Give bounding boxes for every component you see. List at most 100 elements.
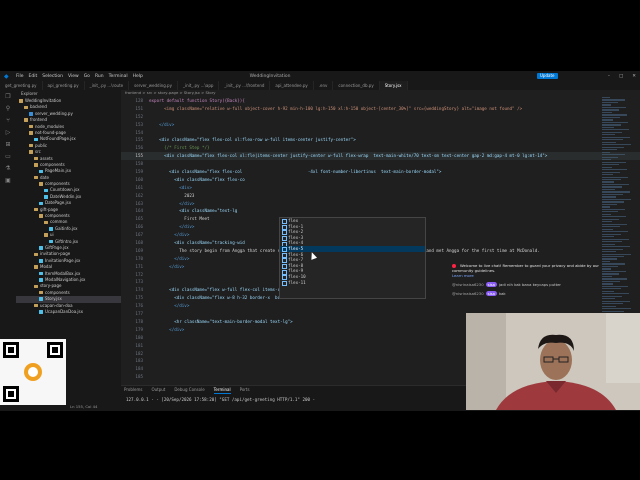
line-number: 177 bbox=[135, 311, 143, 317]
line-number: 164 bbox=[135, 208, 143, 214]
code-line[interactable]: 152 bbox=[121, 113, 640, 121]
code-line[interactable]: 156 {/* First Step */} bbox=[121, 144, 640, 152]
code-text: <div> bbox=[149, 184, 192, 190]
code-line[interactable]: 163 </div> bbox=[121, 200, 640, 208]
editor-tab[interactable]: server_wedding.py bbox=[129, 81, 178, 90]
code-line[interactable]: 161 <div> bbox=[121, 184, 640, 192]
editor-tab[interactable]: api_greeting.py bbox=[43, 81, 85, 90]
minimap-line bbox=[602, 193, 623, 196]
minimap-line bbox=[602, 161, 626, 163]
tree-item[interactable]: UcapanDanDoa.jsx bbox=[16, 309, 121, 315]
close-icon[interactable]: ✕ bbox=[632, 74, 636, 79]
minimap-line bbox=[602, 126, 614, 128]
minimap-line bbox=[602, 144, 631, 146]
tree-item-label: server_wedding.py bbox=[35, 110, 73, 116]
run-debug-icon[interactable]: ▷ bbox=[0, 126, 16, 138]
code-line[interactable]: 176 </div> bbox=[121, 302, 640, 310]
autocomplete-widget[interactable]: flex flex-1 flex-2 flex-3 flex-4 flex-5 flex-6… bbox=[279, 217, 426, 299]
menu-help[interactable]: Help bbox=[133, 74, 143, 79]
minimap-line bbox=[602, 183, 629, 186]
tree-item-label: ItemModalBox.jsx bbox=[45, 270, 81, 276]
minimap-line bbox=[602, 251, 616, 253]
menu-file[interactable]: File bbox=[16, 74, 24, 79]
editor-tab[interactable]: _init_.py ...\route bbox=[85, 81, 130, 90]
menu-run[interactable]: Run bbox=[95, 74, 104, 79]
tree-item-label: node_modules bbox=[35, 123, 65, 129]
minimap-line bbox=[602, 106, 626, 109]
code-line[interactable]: 155 <div className="flex flex-col xl:fle… bbox=[121, 152, 640, 161]
menu-go[interactable]: Go bbox=[84, 74, 90, 79]
code-line[interactable]: 160 <div className="flex flex-co bbox=[121, 176, 640, 184]
minimize-icon[interactable]: – bbox=[608, 74, 610, 79]
menu-selection[interactable]: Selection bbox=[42, 74, 63, 79]
code-text: <div className="flex flex-co bbox=[149, 176, 245, 182]
editor-tab[interactable]: Story.jsx bbox=[379, 81, 408, 90]
suggestion-item[interactable]: flex-11 bbox=[280, 280, 425, 286]
webcam-feed bbox=[466, 313, 640, 410]
editor-tab[interactable]: api_attendee.py bbox=[270, 81, 314, 90]
folder-icon bbox=[34, 252, 38, 257]
menu-edit[interactable]: Edit bbox=[29, 74, 38, 79]
panel-tab-debug-console[interactable]: Debug Console bbox=[174, 386, 204, 394]
docker-icon[interactable]: ▣ bbox=[0, 174, 16, 186]
line-number: 167 bbox=[135, 232, 143, 238]
menu-view[interactable]: View bbox=[68, 74, 79, 79]
update-button[interactable]: Update bbox=[537, 73, 558, 79]
code-line[interactable]: 158 bbox=[121, 160, 640, 168]
code-text: <div className="tracking-wid bbox=[149, 240, 245, 246]
minimap-line bbox=[602, 231, 628, 233]
code-line[interactable]: 128 export default function Story({Back})… bbox=[121, 97, 640, 105]
minimap-line bbox=[602, 178, 621, 181]
editor-tab[interactable]: _init_.py ...\frontend bbox=[219, 81, 271, 90]
panel-tab-output[interactable]: Output bbox=[151, 386, 165, 394]
chat-messages: @nisrinaisa6230 sisa jadi nih kak bana key… bbox=[452, 282, 622, 296]
breadcrumb[interactable]: frontend > src > story-page > Story.jsx … bbox=[121, 90, 640, 96]
code-line[interactable]: 154 bbox=[121, 129, 640, 137]
maximize-icon[interactable]: □ bbox=[619, 74, 623, 79]
code-text: <div className="flex flex-col xl:flex-ro… bbox=[149, 137, 356, 143]
minimap-line bbox=[602, 99, 625, 101]
file-icon bbox=[29, 112, 33, 116]
chat-welcome: Welcome to live chat! Remember to guard … bbox=[452, 263, 612, 278]
editor-tab[interactable]: connection_db.py bbox=[333, 81, 380, 90]
panel-tab-terminal[interactable]: Terminal bbox=[213, 386, 231, 394]
explorer-icon[interactable]: ❐ bbox=[0, 90, 16, 102]
code-text: </div> bbox=[149, 224, 195, 230]
search-icon[interactable]: ⚲ bbox=[0, 102, 16, 114]
source-control-icon[interactable]: ⑂ bbox=[0, 114, 16, 126]
code-line[interactable]: 155 <div className="flex flex-col xl:fle… bbox=[121, 136, 640, 144]
minimap-line bbox=[602, 198, 631, 201]
cursor-position[interactable]: Ln 155, Col 44 bbox=[70, 404, 97, 409]
line-number: 173 bbox=[135, 279, 143, 285]
extensions-icon[interactable]: ⊞ bbox=[0, 138, 16, 150]
folder-icon bbox=[34, 284, 38, 289]
minimap-line bbox=[602, 131, 622, 133]
code-line[interactable]: 164 <div className="text-lg bbox=[121, 207, 640, 215]
line-number: 159 bbox=[135, 169, 143, 175]
code-text: <img className="relative w-full object-c… bbox=[149, 105, 523, 111]
code-line[interactable]: 162 2023 bbox=[121, 192, 640, 200]
editor-tab[interactable]: .env bbox=[314, 81, 334, 90]
tree-item-label: Gaitinfo.jsx bbox=[55, 225, 78, 231]
minimap-line bbox=[602, 136, 630, 138]
code-line[interactable]: 151 <img className="relative w-full obje… bbox=[121, 105, 640, 113]
remote-icon[interactable]: ▭ bbox=[0, 150, 16, 162]
minimap-line bbox=[602, 166, 612, 168]
minimap-line bbox=[602, 124, 621, 126]
testing-icon[interactable]: ⚗ bbox=[0, 162, 16, 174]
code-line[interactable]: 159 <div className="flex flex-col -4xl f… bbox=[121, 168, 640, 176]
minimap-line bbox=[602, 223, 627, 225]
learn-more-link[interactable]: Learn more bbox=[452, 273, 612, 278]
menu-terminal[interactable]: Terminal bbox=[109, 74, 128, 79]
editor-tab[interactable]: _init_.py ...\app bbox=[178, 81, 220, 90]
folder-icon bbox=[29, 124, 33, 129]
editor-tab[interactable]: get_greeting.py bbox=[0, 81, 43, 90]
minimap-line bbox=[602, 174, 613, 176]
panel-tab-ports[interactable]: Ports bbox=[240, 386, 250, 394]
panel-tab-problems[interactable]: Problems bbox=[124, 386, 142, 394]
line-number: 185 bbox=[135, 374, 143, 380]
tree-item-label: components bbox=[45, 289, 70, 295]
code-line[interactable]: 153 </div> bbox=[121, 121, 640, 129]
line-number: 168 bbox=[135, 240, 143, 246]
chat-badge: sisa bbox=[485, 282, 497, 287]
